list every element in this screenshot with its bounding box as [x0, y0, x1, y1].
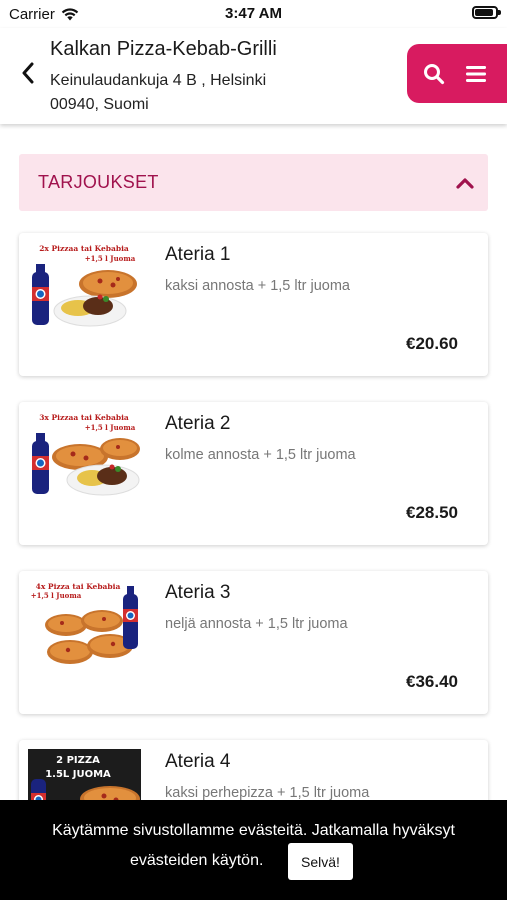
chevron-up-icon	[456, 177, 474, 189]
cookie-banner: Käytämme sivustollamme evästeitä. Jatkam…	[0, 800, 507, 900]
image-caption-line-2: +1,5 l Juoma	[31, 591, 82, 600]
item-image: 4x Pizza tai Kebabia +1,5 l Juoma	[28, 580, 141, 668]
restaurant-name: Kalkan Pizza-Kebab-Grilli	[50, 38, 277, 60]
search-button[interactable]	[420, 60, 448, 88]
image-caption-line-1: 2x Pizzaa tai Kebabia	[39, 244, 129, 253]
chevron-left-icon	[22, 62, 34, 84]
status-bar: Carrier 3:47 AM	[0, 0, 507, 28]
item-image: 2x Pizzaa tai Kebabia +1,5 l Juoma	[28, 242, 141, 330]
cookie-message-line-2: evästeiden käytön.	[130, 852, 264, 869]
image-caption-line-1: 3x Pizzaa tai Kebabia	[39, 413, 129, 422]
status-time: 3:47 AM	[225, 5, 282, 22]
item-title: Ateria 2	[165, 413, 231, 434]
search-icon	[424, 63, 445, 84]
item-image: 3x Pizzaa tai Kebabia +1,5 l Juoma	[28, 411, 141, 499]
hamburger-menu-icon	[465, 65, 486, 82]
image-caption-line-2: +1,5 l Juoma	[85, 254, 136, 263]
image-caption-line-1: 4x Pizza tai Kebabia	[36, 582, 121, 591]
category-title: TARJOUKSET	[38, 172, 159, 192]
cookie-accept-button[interactable]: Selvä!	[288, 843, 353, 880]
item-price: €36.40	[406, 672, 458, 691]
item-title: Ateria 1	[165, 244, 231, 265]
menu-item-card[interactable]: 3x Pizzaa tai Kebabia +1,5 l Juoma Ateri…	[19, 402, 488, 545]
menu-item-card[interactable]: 2x Pizzaa tai Kebabia +1,5 l Juoma Ateri…	[19, 233, 488, 376]
cookie-message-line-1: Käytämme sivustollamme evästeitä. Jatkam…	[52, 822, 455, 839]
item-description: kaksi perhepizza + 1,5 ltr juoma	[165, 785, 370, 801]
item-description: neljä annosta + 1,5 ltr juoma	[165, 616, 348, 632]
category-header-tarjoukset[interactable]: TARJOUKSET	[19, 154, 488, 211]
restaurant-address: Keinulaudankuja 4 B , Helsinki 00940, Su…	[50, 69, 290, 117]
image-caption-line-2: +1,5 l Juoma	[85, 423, 136, 432]
header-actions	[407, 44, 507, 103]
item-title: Ateria 3	[165, 582, 231, 603]
item-price: €20.60	[406, 334, 458, 353]
back-button[interactable]	[14, 56, 42, 90]
address-line-2: 00940, Suomi	[50, 96, 149, 113]
address-line-1: Keinulaudankuja 4 B , Helsinki	[50, 72, 267, 89]
menu-item-card[interactable]: 4x Pizza tai Kebabia +1,5 l Juoma Ateria…	[19, 571, 488, 714]
item-description: kaksi annosta + 1,5 ltr juoma	[165, 278, 350, 294]
battery-level	[475, 9, 493, 16]
item-description: kolme annosta + 1,5 ltr juoma	[165, 447, 356, 463]
item-price: €28.50	[406, 503, 458, 522]
image-caption-line-2: 1.5L JUOMA	[45, 769, 111, 780]
battery-icon	[472, 6, 501, 19]
app-header: Kalkan Pizza-Kebab-Grilli Keinulaudankuj…	[0, 28, 507, 124]
item-title: Ateria 4	[165, 751, 231, 772]
image-caption-line-1: 2 PIZZA	[56, 755, 100, 766]
menu-button[interactable]	[462, 60, 490, 88]
